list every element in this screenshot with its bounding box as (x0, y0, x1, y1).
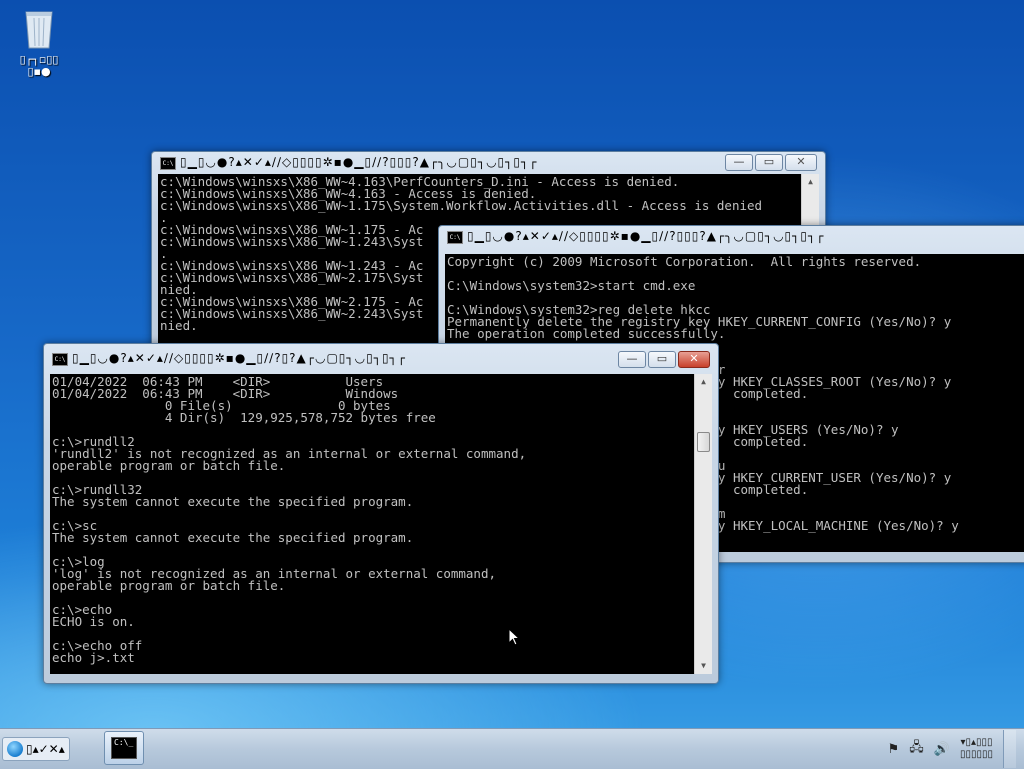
window-title: ▯▁▯◡●?▴✕✓▴∕∕◇▯▯▯▯✲▪●▁▯∕∕?▯▯▯?▲┌╮◡▢▯┐◡▯┐▯… (467, 229, 825, 243)
show-desktop-button[interactable] (1003, 730, 1016, 768)
console-icon: C:\ (52, 353, 68, 366)
scroll-down-arrow-icon[interactable]: ▼ (695, 658, 712, 674)
clock[interactable]: ▾▯▴▯▯▯ ▯▯▯▯▯▯ (960, 737, 993, 761)
titlebar[interactable]: C:\ ▯▁▯◡●?▴✕✓▴∕∕◇▯▯▯▯✲▪●▁▯∕∕?▯?▲┌◡▢▯┐◡▯┐… (50, 344, 712, 372)
scroll-up-arrow-icon[interactable]: ▲ (695, 374, 712, 390)
window-title: ▯▁▯◡●?▴✕✓▴∕∕◇▯▯▯▯✲▪●▁▯∕∕?▯?▲┌◡▢▯┐◡▯┐▯┐┌ (72, 351, 406, 365)
titlebar[interactable]: C:\ ▯▁▯◡●?▴✕✓▴∕∕◇▯▯▯▯✲▪●▁▯∕∕?▯▯▯?▲┌╮◡▢▯┐… (445, 226, 1024, 248)
console-icon: C:\ (447, 231, 463, 244)
close-button[interactable]: ✕ (678, 351, 710, 368)
window-title: ▯▁▯◡●?▴✕✓▴∕∕◇▯▯▯▯✲▪●▁▯∕∕?▯▯▯?▲┌╮◡▢▯┐◡▯┐▯… (180, 155, 538, 169)
start-button[interactable]: ▯▴✓✕▴ (2, 737, 70, 761)
minimize-button[interactable]: — (725, 154, 753, 171)
taskbar-cmd-button[interactable]: C:\_ (104, 731, 144, 765)
network-icon[interactable]: 🖧 (909, 738, 924, 760)
recycle-bin[interactable]: ▯┌┐▫▯▯ ▯▪● (8, 6, 70, 78)
start-label: ▯▴✓✕▴ (26, 742, 65, 756)
flag-icon[interactable]: ⚑ (888, 742, 900, 757)
scrollbar-thumb[interactable] (697, 432, 710, 452)
recycle-bin-label: ▯┌┐▫▯▯ ▯▪● (19, 53, 59, 78)
mouse-cursor-icon (508, 628, 520, 646)
console-output[interactable]: 01/04/2022 06:43 PM <DIR> Users 01/04/20… (50, 374, 712, 674)
windows-orb-icon (7, 741, 23, 757)
volume-icon[interactable]: 🔊 (934, 742, 950, 757)
system-tray: ⚑ 🖧 🔊 ▾▯▴▯▯▯ ▯▯▯▯▯▯ (888, 729, 1016, 769)
maximize-button[interactable]: ▭ (648, 351, 676, 368)
titlebar[interactable]: C:\ ▯▁▯◡●?▴✕✓▴∕∕◇▯▯▯▯✲▪●▁▯∕∕?▯▯▯?▲┌╮◡▢▯┐… (158, 152, 819, 174)
maximize-button[interactable]: ▭ (755, 154, 783, 171)
minimize-button[interactable]: — (618, 351, 646, 368)
recycle-bin-icon (22, 6, 56, 50)
vertical-scrollbar[interactable]: ▲ ▼ (694, 374, 712, 674)
taskbar: ▯▴✓✕▴ C:\_ ⚑ 🖧 🔊 ▾▯▴▯▯▯ ▯▯▯▯▯▯ (0, 728, 1024, 769)
close-button[interactable]: ✕ (785, 154, 817, 171)
cmd-window-front[interactable]: C:\ ▯▁▯◡●?▴✕✓▴∕∕◇▯▯▯▯✲▪●▁▯∕∕?▯?▲┌◡▢▯┐◡▯┐… (43, 343, 719, 684)
console-icon: C:\ (160, 157, 176, 170)
scroll-up-arrow-icon[interactable]: ▲ (802, 174, 819, 190)
console-text: 01/04/2022 06:43 PM <DIR> Users 01/04/20… (52, 374, 527, 665)
cmd-icon: C:\_ (111, 737, 137, 759)
